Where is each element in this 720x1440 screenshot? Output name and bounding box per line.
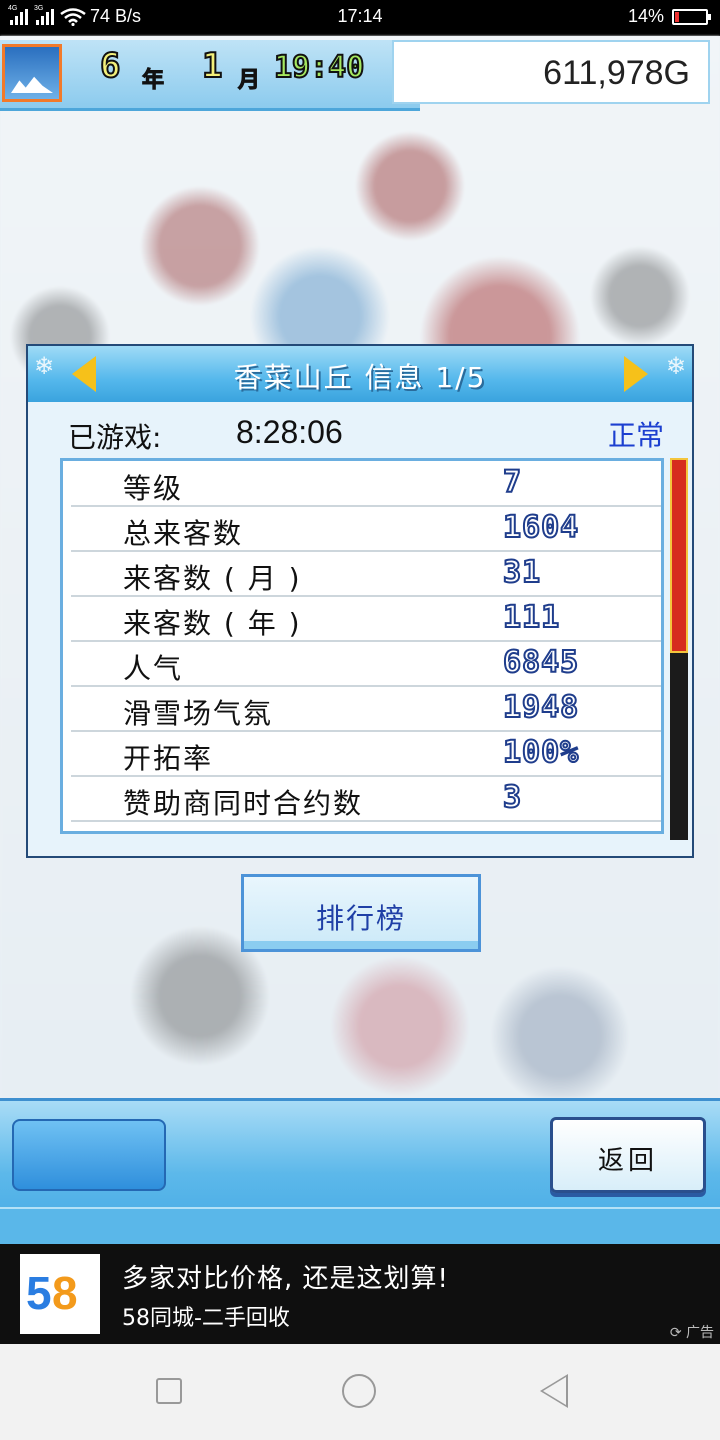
resort-status: 正常 (607, 419, 664, 452)
panel-title: 香菜山丘 信息 1/5 (233, 361, 487, 394)
ad-logo: 5 8 (20, 1254, 100, 1334)
stat-row: 总来客数 1604 (71, 506, 661, 552)
ad-subtitle: 58同城-二手回收 (122, 1306, 290, 1331)
back-button[interactable]: 返回 (550, 1117, 706, 1193)
stat-label: 等级 (123, 472, 184, 505)
stat-label: 总来客数 (123, 517, 244, 550)
stat-value: 100% (502, 734, 580, 771)
clock: 19:40 (273, 49, 365, 86)
battery-percent: 14% (627, 6, 664, 26)
stat-row: 来客数 ( 年 ) 111 (71, 596, 661, 642)
stat-label: 来客数 ( 月 ) (123, 562, 302, 595)
ad-title: 多家对比价格, 还是这划算! (122, 1264, 449, 1294)
stat-value: 7 (502, 464, 523, 501)
ad-logo-digit: 5 (26, 1267, 52, 1319)
battery-icon (672, 8, 711, 25)
month-unit: 月 (237, 68, 261, 94)
stat-row: 等级 7 (71, 461, 661, 507)
menu-button[interactable] (12, 1119, 166, 1191)
back-button-label: 返回 (597, 1146, 658, 1176)
stats-scrollbar[interactable] (670, 458, 688, 840)
scroll-thumb[interactable] (670, 458, 688, 653)
stat-row: 滑雪场气氛 1948 (71, 686, 661, 732)
stat-value: 31 (502, 554, 542, 591)
stat-label: 赞助商同时合约数 (123, 787, 364, 820)
stats-list[interactable]: 等级 7 总来客数 1604 来客数 ( 月 ) 31 来客数 ( 年 ) 11… (60, 458, 664, 834)
stat-label: 人气 (123, 652, 184, 685)
recent-apps-icon[interactable] (156, 1378, 182, 1404)
stat-label: 来客数 ( 年 ) (123, 607, 302, 640)
stat-value: 1948 (502, 689, 580, 726)
played-time-label: 已游戏: (68, 421, 162, 454)
stat-row: 人气 6845 (71, 641, 661, 687)
system-nav-bar (0, 1344, 720, 1440)
stat-row: 来客数 ( 月 ) 31 (71, 551, 661, 597)
stat-value: 111 (502, 599, 561, 636)
resort-icon[interactable] (2, 44, 62, 102)
status-bar: 4G 3G 74 B/s 17:14 14% (0, 0, 720, 36)
stat-row: 赞助商同时合约数 3 (71, 776, 661, 822)
top-hud: 6 年 1 月 19:40 611,978G (0, 40, 720, 111)
money-value: 611,978G (543, 54, 690, 92)
year-unit: 年 (141, 68, 165, 94)
stat-label: 滑雪场气氛 (123, 697, 274, 730)
ad-tag-label: 广告 (686, 1325, 714, 1341)
month-value: 1 (201, 45, 224, 87)
stat-row: 开拓率 100% (71, 731, 661, 777)
stat-value: 6845 (502, 644, 580, 681)
bottom-menu-bar: 返回 (0, 1098, 720, 1249)
home-icon[interactable] (342, 1374, 376, 1408)
played-time-value: 8:28:06 (236, 414, 343, 450)
status-time: 17:14 (337, 6, 383, 26)
ad-tag: ⟳ 广告 (669, 1325, 714, 1341)
year-value: 6 (99, 45, 122, 87)
stat-value: 1604 (502, 509, 580, 546)
stat-value: 3 (502, 779, 523, 816)
stat-label: 开拓率 (123, 742, 214, 775)
money-box: 611,978G (392, 40, 710, 104)
status-right: 14% (627, 6, 711, 27)
panel-header: ❄ ❄ 香菜山丘 信息 1/5 (28, 346, 692, 402)
ranking-button[interactable]: 排行榜 (241, 874, 481, 952)
back-icon[interactable] (540, 1374, 568, 1408)
ad-banner[interactable]: 5 8 多家对比价格, 还是这划算! 58同城-二手回收 ⟳ 广告 (0, 1244, 720, 1344)
ad-logo-digit: 8 (52, 1267, 78, 1319)
next-page-arrow-icon[interactable] (624, 356, 648, 392)
resort-info-panel: ❄ ❄ 香菜山丘 信息 1/5 已游戏: 8:28:06 正常 等级 7 总来客… (26, 344, 694, 858)
bottom-stripe (0, 1207, 720, 1249)
ranking-button-label: 排行榜 (315, 902, 406, 935)
